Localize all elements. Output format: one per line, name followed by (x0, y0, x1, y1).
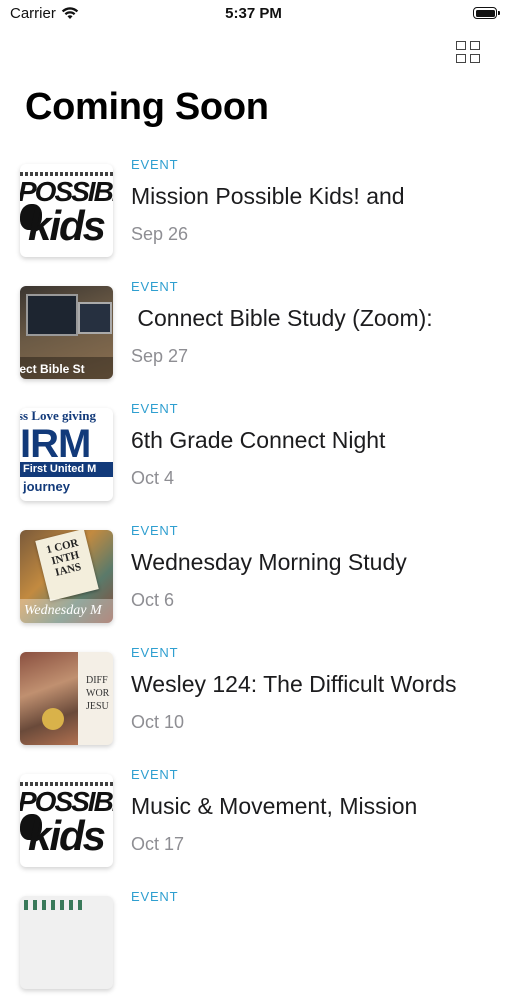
event-thumbnail (20, 896, 113, 989)
list-item[interactable]: nect Bible St EVENT Connect Bible Study … (0, 274, 507, 396)
event-title: Wesley 124: The Difficult Words (131, 671, 457, 697)
event-thumbnail: POSSIBL kids (20, 164, 113, 257)
event-thumbnail: POSSIBL kids (20, 774, 113, 867)
list-item[interactable]: DIFF WOR JESU EVENT Wesley 124: The Diff… (0, 640, 507, 762)
event-type-label: EVENT (131, 279, 179, 294)
battery-icon (473, 7, 500, 19)
list-item[interactable]: POSSIBL kids EVENT Mission Possible Kids… (0, 152, 507, 274)
event-title: Mission Possible Kids! and (131, 183, 405, 209)
grid-view-icon[interactable] (455, 40, 483, 66)
event-type-label: EVENT (131, 401, 179, 416)
event-list: POSSIBL kids EVENT Mission Possible Kids… (0, 152, 507, 1006)
event-title: Connect Bible Study (Zoom): (131, 305, 433, 331)
page-title: Coming Soon (25, 86, 269, 128)
event-date: Sep 26 (131, 224, 189, 244)
event-type-label: EVENT (131, 645, 179, 660)
status-bar: Carrier 5:37 PM (0, 0, 507, 30)
event-thumbnail: DIFF WOR JESU (20, 652, 113, 745)
list-item[interactable]: POSSIBL kids EVENT Music & Movement, Mis… (0, 762, 507, 884)
list-item[interactable]: 1 COR INTH IANS Wednesday M EVENT Wednes… (0, 518, 507, 640)
list-item[interactable]: ss Love giving IRM First United M journe… (0, 396, 507, 518)
event-date: Sep 27 (131, 346, 189, 366)
list-item[interactable]: EVENT (0, 884, 507, 1006)
event-title: Music & Movement, Mission (131, 793, 418, 819)
event-title: Wednesday Morning Study (131, 549, 407, 575)
event-date: Oct 10 (131, 712, 185, 732)
event-type-label: EVENT (131, 157, 179, 172)
event-type-label: EVENT (131, 889, 179, 904)
event-thumbnail: nect Bible St (20, 286, 113, 379)
event-date: Oct 4 (131, 468, 175, 488)
event-thumbnail: ss Love giving IRM First United M journe… (20, 408, 113, 501)
event-type-label: EVENT (131, 767, 179, 782)
status-time: 5:37 PM (225, 5, 282, 22)
event-thumbnail: 1 COR INTH IANS Wednesday M (20, 530, 113, 623)
event-date: Oct 6 (131, 590, 175, 610)
event-date: Oct 17 (131, 834, 185, 854)
event-type-label: EVENT (131, 523, 179, 538)
event-title: 6th Grade Connect Night (131, 427, 386, 453)
